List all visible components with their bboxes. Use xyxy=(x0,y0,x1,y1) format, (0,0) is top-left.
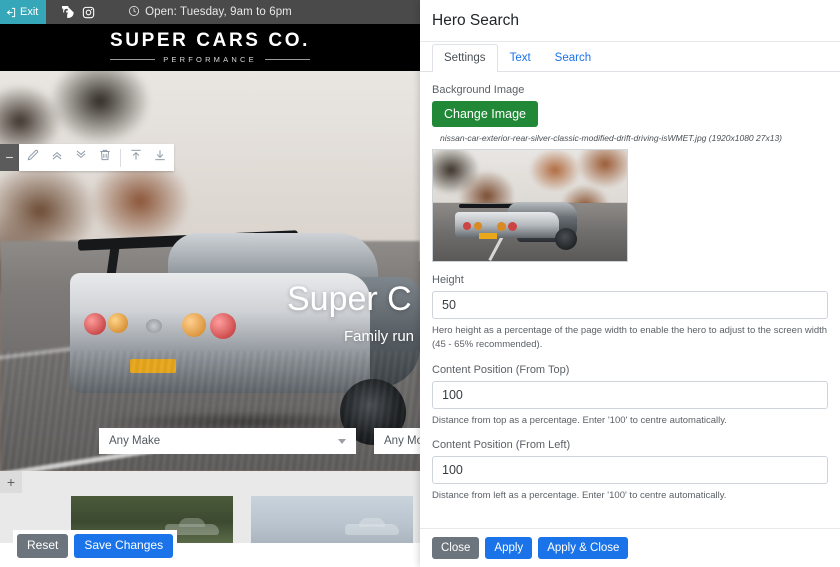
background-image-preview[interactable] xyxy=(432,149,628,262)
block-collapse-handle[interactable] xyxy=(0,144,19,171)
background-image-filename: nissan-car-exterior-rear-silver-classic-… xyxy=(440,133,783,143)
content-position-left-group: Content Position (From Left) Distance fr… xyxy=(432,439,828,503)
content-position-top-input[interactable] xyxy=(432,380,828,409)
exit-label: Exit xyxy=(20,5,39,18)
hero-block[interactable]: Super C Family run Any Make Any Mod xyxy=(0,71,420,471)
panel-body: Background Image Change Image nissan-car… xyxy=(420,72,840,528)
download-arrow-icon xyxy=(153,148,167,167)
edit-block-button[interactable] xyxy=(21,145,45,170)
pencil-icon xyxy=(26,148,40,167)
content-position-top-label: Content Position (From Top) xyxy=(432,363,570,376)
upload-arrow-icon xyxy=(129,148,143,167)
site-logo-tagline: PERFORMANCE xyxy=(163,54,257,64)
add-block-button[interactable]: + xyxy=(0,471,22,493)
chevron-down-icon xyxy=(338,438,346,444)
editor-action-bar: Reset Save Changes xyxy=(13,530,178,562)
site-topbar: Exit Open: Tuesday, 9am to 6pm xyxy=(0,0,420,24)
opening-hours-text: Open: Tuesday, 9am to 6pm xyxy=(145,6,292,18)
content-position-left-input[interactable] xyxy=(432,456,828,485)
height-input[interactable] xyxy=(432,291,828,319)
panel-tab-bar: Settings Text Search xyxy=(420,42,840,72)
content-position-left-help-text: Distance from left as a percentage. Ente… xyxy=(432,490,727,502)
make-select[interactable]: Any Make xyxy=(99,428,356,454)
delete-block-button[interactable] xyxy=(93,145,117,170)
panel-footer: Close Apply Apply & Close xyxy=(420,528,840,567)
change-image-button[interactable]: Change Image xyxy=(432,101,539,127)
tab-settings[interactable]: Settings xyxy=(432,44,498,72)
apply-button[interactable]: Apply xyxy=(485,537,533,559)
instagram-icon[interactable] xyxy=(82,6,95,19)
chevron-double-up-icon xyxy=(50,148,64,167)
block-toolbar xyxy=(0,144,174,171)
vehicle-card-image xyxy=(345,517,399,539)
exit-button[interactable]: Exit xyxy=(0,0,47,24)
toolbar-divider xyxy=(120,148,121,167)
content-position-top-help-text: Distance from top as a percentage. Enter… xyxy=(432,414,727,426)
move-block-to-bottom-button[interactable] xyxy=(148,145,172,170)
tab-text[interactable]: Text xyxy=(498,44,543,72)
tab-search[interactable]: Search xyxy=(543,44,603,72)
site-logo-tagline-wrap: PERFORMANCE xyxy=(110,54,311,64)
model-select[interactable]: Any Mod xyxy=(374,428,420,454)
chevron-double-down-icon xyxy=(74,148,88,167)
height-field-group: Height Hero height as a percentage of th… xyxy=(432,274,828,352)
save-changes-button[interactable]: Save Changes xyxy=(74,534,174,558)
hero-title: Super C xyxy=(287,280,412,318)
content-position-top-group: Content Position (From Top) Distance fro… xyxy=(432,364,828,428)
site-logo-name: SUPER CARS CO. xyxy=(109,30,311,52)
hero-subtitle: Family run xyxy=(344,328,415,345)
facebook-icon[interactable] xyxy=(62,5,75,19)
height-label: Height xyxy=(432,274,464,286)
vehicle-card[interactable] xyxy=(251,496,413,543)
panel-header: Hero Search xyxy=(420,0,840,42)
block-toolbar-tools xyxy=(19,144,174,171)
height-help-text: Hero height as a percentage of the page … xyxy=(432,325,828,350)
hero-background-image xyxy=(0,71,420,471)
make-select-value: Any Make xyxy=(109,435,161,447)
social-links xyxy=(62,5,95,19)
reset-button[interactable]: Reset xyxy=(17,534,69,558)
move-block-to-top-button[interactable] xyxy=(124,145,148,170)
site-logo-band: SUPER CARS CO. PERFORMANCE xyxy=(0,24,420,71)
clock-icon xyxy=(128,5,140,20)
move-block-up-button[interactable] xyxy=(45,145,69,170)
apply-and-close-button[interactable]: Apply & Close xyxy=(538,537,629,559)
logo-rule-right xyxy=(264,58,311,60)
background-image-label: Background Image xyxy=(432,84,525,96)
panel-title: Hero Search xyxy=(432,11,520,29)
hero-search-settings-panel: Hero Search Settings Text Search Backgro… xyxy=(420,0,840,567)
app-root: Exit Open: Tuesday, 9am to 6pm SUPER CAR… xyxy=(0,0,840,567)
exit-arrow-icon xyxy=(5,7,16,18)
move-block-down-button[interactable] xyxy=(69,145,93,170)
model-select-value: Any Mod xyxy=(384,435,420,447)
content-position-left-label: Content Position (From Left) xyxy=(432,439,571,452)
logo-rule-left xyxy=(110,58,156,60)
hero-search-form: Any Make Any Mod xyxy=(99,428,420,454)
trash-icon xyxy=(98,148,112,167)
site-preview-canvas: Exit Open: Tuesday, 9am to 6pm SUPER CAR… xyxy=(0,0,420,567)
close-button[interactable]: Close xyxy=(432,537,480,559)
background-image-group: Background Image Change Image nissan-car… xyxy=(432,84,828,262)
